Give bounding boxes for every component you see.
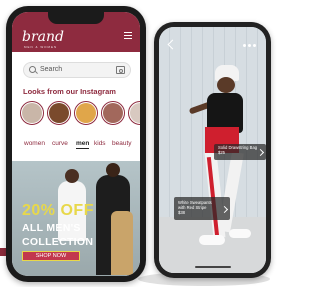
- search-bar[interactable]: Search: [23, 62, 131, 78]
- shop-now-button[interactable]: SHOP NOW: [22, 251, 80, 261]
- home-indicator: [194, 266, 231, 268]
- instagram-stories: [20, 101, 140, 125]
- story-thumbnail[interactable]: [128, 101, 140, 125]
- model-photo-head: [65, 169, 79, 183]
- model-photo-head: [106, 163, 120, 177]
- tab-beauty[interactable]: beauty: [112, 140, 132, 147]
- more-icon[interactable]: [243, 44, 257, 47]
- shop-home-screen: brand MEN & WOMEN Search Looks from our …: [12, 12, 140, 276]
- model-photo-coat: [111, 211, 133, 275]
- search-input[interactable]: Search: [40, 66, 62, 73]
- banner-discount: 20% OFF: [22, 202, 94, 219]
- model-head: [217, 77, 235, 93]
- brand-tagline: MEN & WOMEN: [24, 45, 58, 49]
- camera-icon[interactable]: [116, 66, 125, 74]
- story-thumbnail[interactable]: [47, 101, 71, 125]
- category-tabs: women curve men kids beauty: [24, 140, 140, 150]
- menu-icon[interactable]: [124, 32, 132, 39]
- phone-shop-home: brand MEN & WOMEN Search Looks from our …: [6, 6, 146, 282]
- tab-women[interactable]: women: [24, 140, 45, 147]
- search-icon: [29, 66, 36, 73]
- tab-kids[interactable]: kids: [94, 140, 106, 147]
- tab-curve[interactable]: curve: [52, 140, 68, 147]
- brand-logo[interactable]: brand: [22, 29, 64, 45]
- story-thumbnail[interactable]: [20, 101, 44, 125]
- product-tag[interactable]: White Sweatpants with Red Stripe $38: [174, 197, 230, 220]
- tab-men[interactable]: men: [76, 140, 90, 149]
- model-shoe: [199, 235, 225, 245]
- banner-headline: ALL MEN'S: [22, 222, 81, 234]
- banner-headline: COLLECTION: [22, 236, 94, 248]
- instagram-section-title: Looks from our Instagram: [23, 87, 116, 96]
- model-shoe: [229, 229, 251, 238]
- product-tag[interactable]: Solid Drawstring Bag $25: [214, 144, 266, 160]
- phone-product-view: Solid Drawstring Bag $25 White Sweatpant…: [154, 22, 271, 278]
- phone-notch: [48, 12, 104, 24]
- story-thumbnail[interactable]: [74, 101, 98, 125]
- story-thumbnail[interactable]: [101, 101, 125, 125]
- product-view-screen: Solid Drawstring Bag $25 White Sweatpant…: [159, 27, 266, 273]
